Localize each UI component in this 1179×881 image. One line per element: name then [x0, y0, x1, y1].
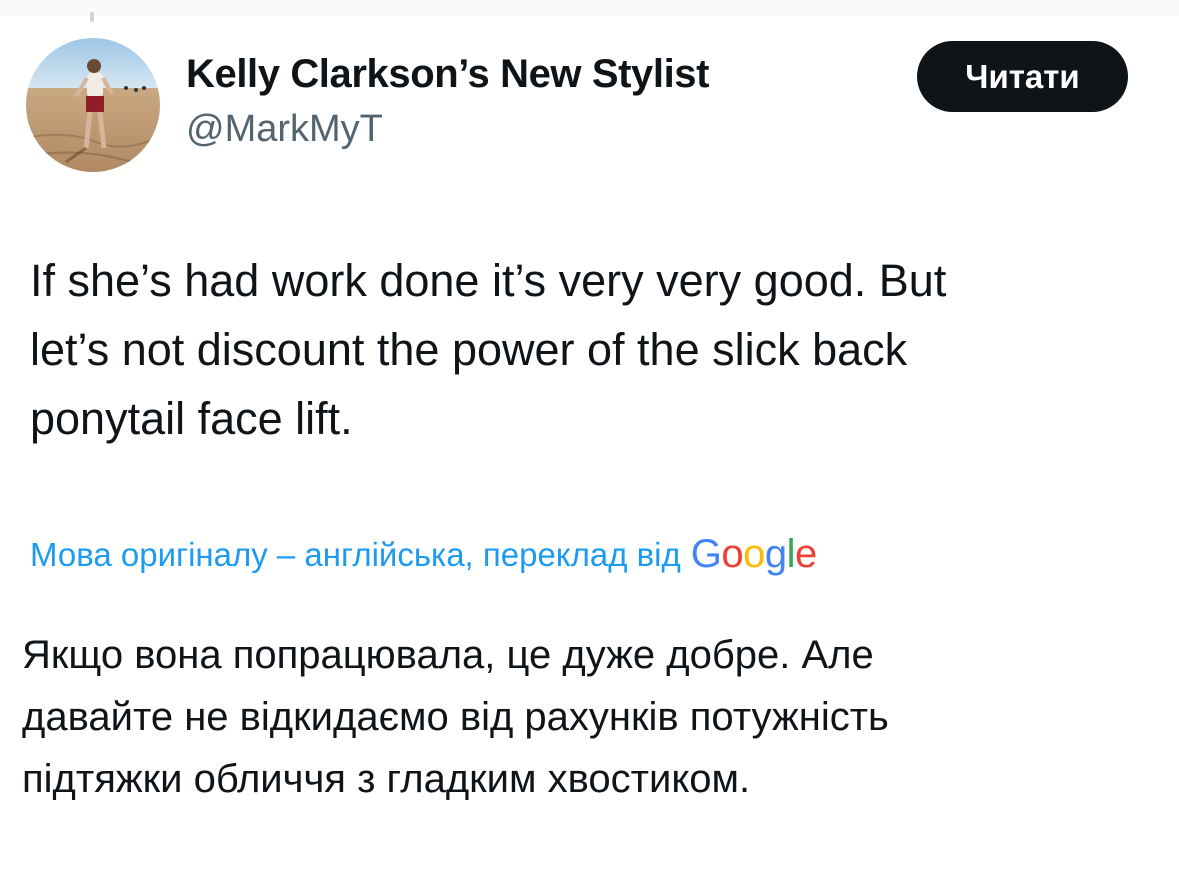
translated-text-line: давайте не відкидаємо від рахунків потуж… [22, 695, 889, 739]
scroll-indicator [90, 12, 94, 22]
tweet-text: If she’s had work done it’s very very go… [30, 246, 1150, 453]
tweet-text-line: If she’s had work done it’s very very go… [30, 255, 947, 306]
tweet-text-line: let’s not discount the power of the slic… [30, 324, 908, 375]
google-logo: Google [690, 532, 818, 576]
translated-text-line: Якщо вона попрацювала, це дуже добре. Ал… [22, 633, 874, 677]
translated-text: Якщо вона попрацювала, це дуже добре. Ал… [22, 624, 1152, 810]
tweet-card: Kelly Clarkson’s New Stylist @MarkMyT Чи… [0, 0, 1179, 881]
translation-note[interactable]: Мова оригіналу – англійська, переклад ві… [30, 532, 817, 577]
top-strip [0, 0, 1179, 22]
translated-text-line: підтяжки обличчя з гладким хвостиком. [22, 757, 751, 801]
translation-note-label[interactable]: Мова оригіналу – англійська, переклад ві… [30, 536, 681, 574]
author-name[interactable]: Kelly Clarkson’s New Stylist [186, 52, 709, 97]
tweet-text-line: ponytail face lift. [30, 393, 353, 444]
avatar[interactable] [26, 38, 160, 172]
avatar-photo [26, 38, 160, 172]
author-handle[interactable]: @MarkMyT [186, 108, 383, 151]
follow-button[interactable]: Читати [917, 41, 1128, 112]
